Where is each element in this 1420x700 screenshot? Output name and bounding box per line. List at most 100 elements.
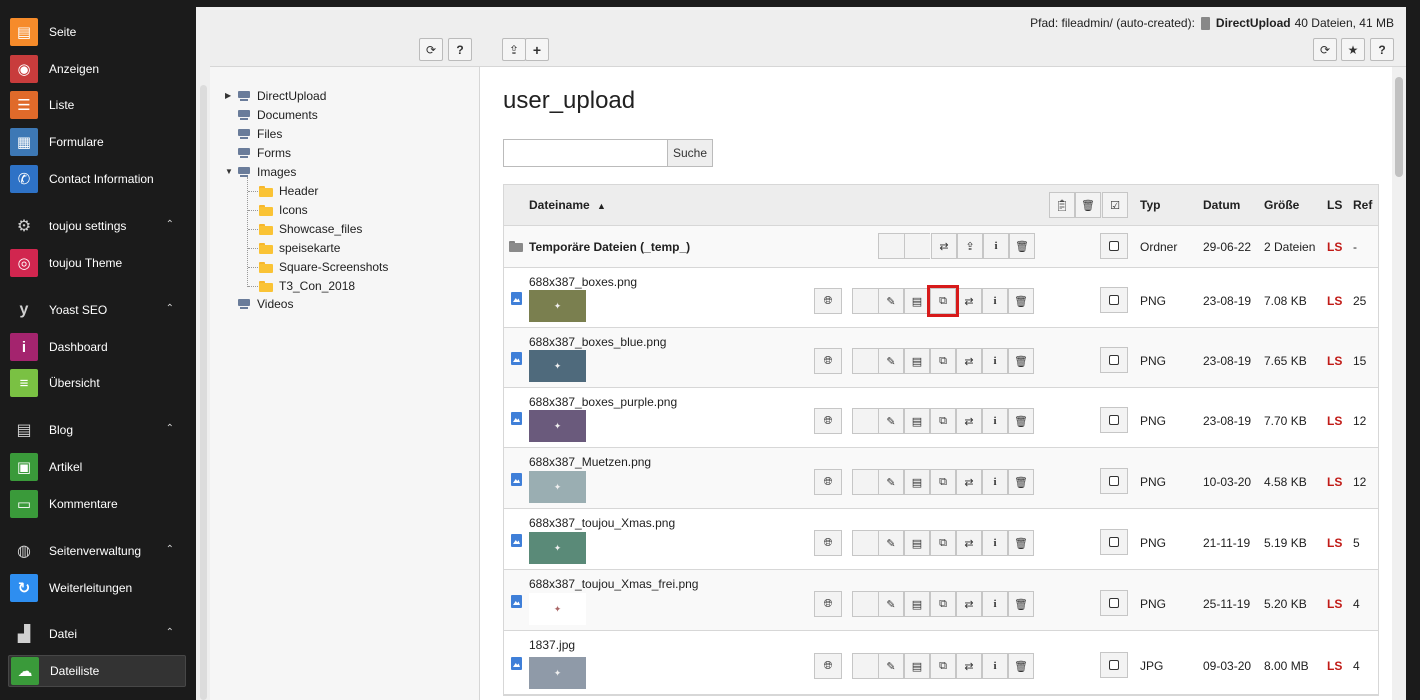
move-button[interactable]: ⇄ xyxy=(956,408,982,434)
table-row[interactable]: 688x387_boxes_blue.png ✦ 🌐︎ ✎ ▤ ⧉ ⇄ i 🗑︎ PNG 23-08… xyxy=(504,328,1378,388)
search-button[interactable]: Suche xyxy=(667,139,713,167)
delete-button[interactable]: 🗑︎ xyxy=(1009,233,1035,259)
select-all-button[interactable]: ☑ xyxy=(1102,192,1128,218)
module-menu-item[interactable]: ▤ Seite xyxy=(8,16,186,48)
move-button[interactable]: ⇄ xyxy=(956,653,982,679)
view-web-button[interactable]: 🌐︎ xyxy=(814,288,842,314)
module-menu-item[interactable]: ◍ Seitenverwaltung ⌃ xyxy=(8,535,186,567)
module-menu-item[interactable]: ▤ Blog ⌃ xyxy=(8,414,186,446)
folder-name[interactable]: Temporäre Dateien (_temp_) xyxy=(529,240,690,254)
expand-icon[interactable]: ▶ xyxy=(225,91,231,100)
chevron-up-icon[interactable]: ⌃ xyxy=(166,544,174,555)
tree-storage-node[interactable]: Files xyxy=(237,125,282,143)
move-button[interactable]: ⇄ xyxy=(956,469,982,495)
module-menu-item[interactable]: i Dashboard xyxy=(8,331,186,363)
tree-refresh-button[interactable]: ⟳ xyxy=(419,38,443,61)
file-name[interactable]: 688x387_boxes.png xyxy=(529,275,637,289)
delete-button[interactable]: 🗑︎ xyxy=(1008,288,1034,314)
replace-button[interactable]: ⧉ xyxy=(930,530,956,556)
chevron-up-icon[interactable]: ⌃ xyxy=(166,627,174,638)
select-checkbox[interactable] xyxy=(1100,347,1128,373)
replace-button[interactable]: ⧉ xyxy=(930,653,956,679)
chevron-up-icon[interactable]: ⌃ xyxy=(166,219,174,230)
file-thumbnail[interactable]: ✦ xyxy=(529,290,586,322)
file-name[interactable]: 688x387_toujou_Xmas.png xyxy=(529,516,675,530)
file-name[interactable]: 688x387_Muetzen.png xyxy=(529,455,651,469)
localization-status[interactable]: LS xyxy=(1327,659,1342,673)
module-menu-item[interactable]: ▟ Datei ⌃ xyxy=(8,618,186,650)
tree-folder-node[interactable]: speisekarte xyxy=(259,239,340,257)
select-checkbox[interactable] xyxy=(1100,652,1128,678)
view-web-button[interactable]: 🌐︎ xyxy=(814,348,842,374)
delete-button[interactable]: 🗑︎ xyxy=(1008,408,1034,434)
module-menu-item[interactable]: ≡ Übersicht xyxy=(8,367,186,399)
localization-status[interactable]: LS xyxy=(1327,536,1342,550)
tree-folder-node[interactable]: T3_Con_2018 xyxy=(259,277,355,295)
table-row[interactable]: 1837.jpg ✦ 🌐︎ ✎ ▤ ⧉ ⇄ i 🗑︎ JPG 09-03-20 8.00 MB LS 4 xyxy=(504,631,1378,695)
tree-storage-node[interactable]: Documents xyxy=(237,106,318,124)
module-menu-item[interactable]: ▭ Kommentare xyxy=(8,488,186,520)
upload-button[interactable]: ⇪ xyxy=(502,38,526,61)
view-web-button[interactable]: 🌐︎ xyxy=(814,591,842,617)
col-filename[interactable]: Dateiname ▲ xyxy=(529,198,606,212)
tree-storage-node[interactable]: DirectUpload xyxy=(237,87,326,105)
info-button[interactable]: i xyxy=(982,530,1008,556)
info-button[interactable]: i xyxy=(982,653,1008,679)
info-button[interactable]: i xyxy=(982,348,1008,374)
edit-metadata-button[interactable]: ▤ xyxy=(904,653,930,679)
upload-button[interactable]: ⇪ xyxy=(957,233,983,259)
replace-button[interactable]: ⧉ xyxy=(930,408,956,434)
file-thumbnail[interactable]: ✦ xyxy=(529,350,586,382)
module-menu-item[interactable]: ✆ Contact Information xyxy=(8,163,186,195)
edit-metadata-button[interactable]: ▤ xyxy=(904,530,930,556)
select-checkbox[interactable] xyxy=(1100,407,1128,433)
tree-storage-node[interactable]: Images xyxy=(237,163,296,181)
localization-status[interactable]: LS xyxy=(1327,475,1342,489)
module-menu-item[interactable]: ☰ Liste xyxy=(8,89,186,121)
edit-metadata-button[interactable]: ▤ xyxy=(904,288,930,314)
module-menu-item[interactable]: ◎ toujou Theme xyxy=(8,247,186,279)
file-thumbnail[interactable]: ✦ xyxy=(529,471,586,503)
reload-button[interactable]: ⟳ xyxy=(1313,38,1337,61)
delete-button[interactable]: 🗑︎ xyxy=(1008,530,1034,556)
file-name[interactable]: 688x387_boxes_purple.png xyxy=(529,395,677,409)
edit-button[interactable]: ✎ xyxy=(878,288,904,314)
bookmark-button[interactable]: ★ xyxy=(1341,38,1365,61)
tree-folder-node[interactable]: Showcase_files xyxy=(259,220,362,238)
localization-status[interactable]: LS xyxy=(1327,414,1342,428)
chevron-up-icon[interactable]: ⌃ xyxy=(166,303,174,314)
select-checkbox[interactable] xyxy=(1100,529,1128,555)
edit-metadata-button[interactable]: ▤ xyxy=(904,408,930,434)
edit-metadata-button[interactable]: ▤ xyxy=(904,591,930,617)
table-row[interactable]: 688x387_toujou_Xmas_frei.png ✦ 🌐︎ ✎ ▤ ⧉ ⇄ i 🗑︎ PN… xyxy=(504,570,1378,631)
file-thumbnail[interactable]: ✦ xyxy=(529,593,586,625)
table-row[interactable]: 688x387_boxes.png ✦ 🌐︎ ✎ ▤ ⧉ ⇄ i 🗑︎ PNG 23-08-19 7.… xyxy=(504,268,1378,328)
select-checkbox[interactable] xyxy=(1100,233,1128,259)
view-web-button[interactable]: 🌐︎ xyxy=(814,408,842,434)
view-web-button[interactable]: 🌐︎ xyxy=(814,653,842,679)
delete-selected-button[interactable]: 🗑︎ xyxy=(1075,192,1101,218)
replace-button[interactable]: ⧉ xyxy=(930,469,956,495)
edit-metadata-button[interactable]: ▤ xyxy=(904,469,930,495)
file-thumbnail[interactable]: ✦ xyxy=(529,410,586,442)
file-name[interactable]: 688x387_boxes_blue.png xyxy=(529,335,666,349)
table-row[interactable]: 688x387_toujou_Xmas.png ✦ 🌐︎ ✎ ▤ ⧉ ⇄ i 🗑︎ PNG 21-1… xyxy=(504,509,1378,570)
module-menu-item[interactable]: ☁ Dateiliste xyxy=(8,655,186,687)
help-button[interactable]: ? xyxy=(1370,38,1394,61)
select-checkbox[interactable] xyxy=(1100,287,1128,313)
tree-folder-node[interactable]: Header xyxy=(259,182,318,200)
edit-metadata-button[interactable]: ▤ xyxy=(904,348,930,374)
file-name[interactable]: 1837.jpg xyxy=(529,638,575,652)
replace-button[interactable]: ⧉ xyxy=(930,591,956,617)
main-scrollbar[interactable] xyxy=(1395,77,1403,177)
edit-button[interactable]: ✎ xyxy=(878,469,904,495)
edit-button[interactable]: ✎ xyxy=(878,408,904,434)
module-menu-item[interactable]: ◉ Anzeigen xyxy=(8,53,186,85)
module-menu-item[interactable]: ⚙ toujou settings ⌃ xyxy=(8,210,186,242)
localization-status[interactable]: LS xyxy=(1327,597,1342,611)
delete-button[interactable]: 🗑︎ xyxy=(1008,469,1034,495)
edit-button[interactable]: ✎ xyxy=(878,530,904,556)
move-button[interactable]: ⇄ xyxy=(956,288,982,314)
search-input[interactable] xyxy=(503,139,668,167)
table-row[interactable]: 688x387_boxes_purple.png ✦ 🌐︎ ✎ ▤ ⧉ ⇄ i 🗑︎ PNG 23-… xyxy=(504,388,1378,448)
